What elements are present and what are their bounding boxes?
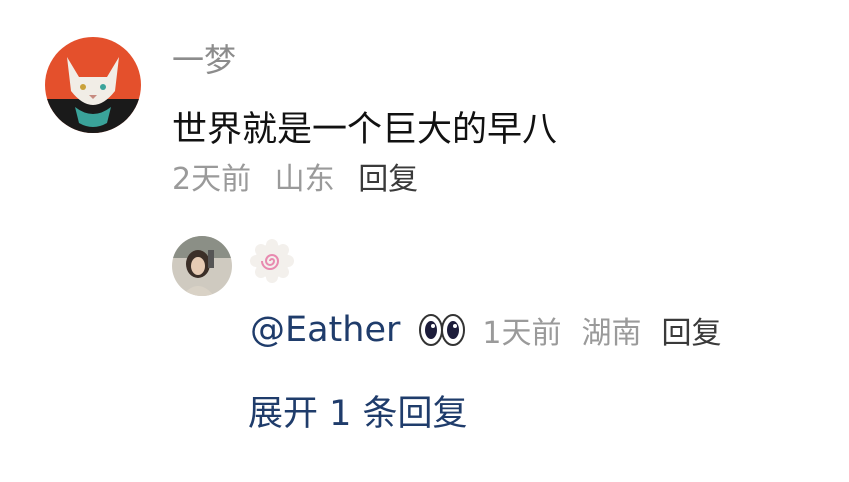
comment-reply-button[interactable]: 回复: [358, 162, 418, 197]
comment-time: 2天前: [172, 162, 252, 197]
reply-time: 1天前: [482, 316, 562, 351]
avatar-reply-user[interactable]: [172, 236, 232, 296]
comment-username[interactable]: 一梦: [172, 38, 236, 82]
eyes-emoji-icon: [418, 313, 466, 347]
reply-avatar-image: [172, 236, 232, 296]
comment-text: 世界就是一个巨大的早八: [172, 110, 558, 150]
cat-avatar-image: [45, 37, 141, 133]
reply-reply-button[interactable]: 回复: [661, 308, 721, 352]
reply-location: 湖南: [581, 316, 642, 351]
user-badge-icon: [249, 238, 295, 284]
reply-row: @Eather 1天前 湖南 回复: [250, 308, 721, 352]
comment-location: 山东: [274, 162, 335, 197]
comment-meta: 2天前 山东 回复: [172, 160, 432, 200]
avatar-cat[interactable]: [45, 37, 141, 133]
expand-replies-link[interactable]: 展开 1 条回复: [248, 390, 468, 438]
reply-mention-link[interactable]: @Eather: [250, 310, 400, 350]
